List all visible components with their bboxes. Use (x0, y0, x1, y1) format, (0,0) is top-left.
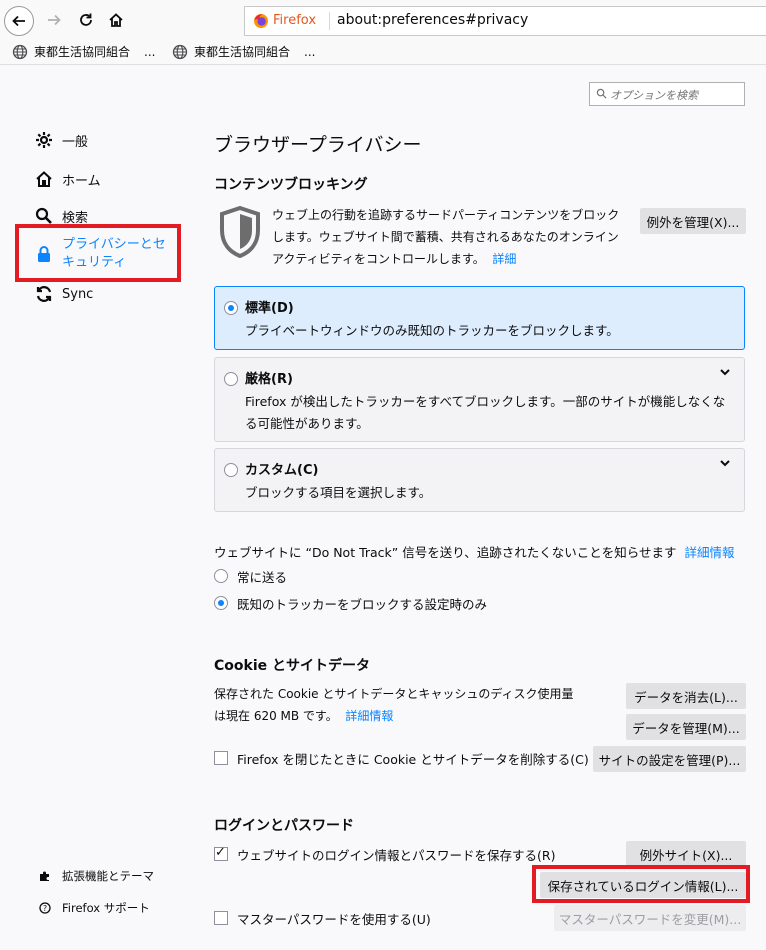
forward-arrow-icon (48, 14, 61, 26)
strict-radio[interactable] (224, 372, 238, 386)
shield-icon (220, 206, 260, 258)
chevron-down-icon[interactable] (720, 368, 730, 379)
bookmark-more: ... (144, 44, 156, 59)
sidebar-support[interactable]: ? Firefox サポート (38, 900, 150, 916)
globe-icon (12, 44, 28, 59)
strict-desc-line1: Firefox が検出したトラッカーをすべてブロックします。一部のサイトが機能し… (245, 394, 726, 409)
cookies-heading: Cookie とサイトデータ (214, 658, 370, 674)
manage-exceptions-button[interactable]: 例外を管理(X)... (640, 208, 746, 234)
sidebar-item-label: ホーム (62, 173, 101, 189)
url-text[interactable]: about:preferences#privacy (337, 12, 528, 28)
content-blocking-desc-line3: アクティビティをコントロールします。 (272, 252, 485, 266)
reload-button[interactable] (72, 6, 100, 34)
content-blocking-heading: コンテンツブロッキング (214, 177, 368, 193)
sidebar-item-label: Sync (62, 286, 94, 302)
dnt-always-radio[interactable] (214, 569, 228, 583)
custom-title: カスタム(C) (245, 463, 319, 478)
home-icon (109, 13, 123, 27)
master-password-label[interactable]: マスターパスワードを使用する(U) (237, 909, 431, 928)
gear-icon (34, 130, 54, 150)
sidebar-item-label: 検索 (62, 210, 89, 226)
strict-desc: Firefox が検出したトラッカーをすべてブロックします。一部のサイトが機能し… (245, 391, 725, 435)
content-blocking-desc-line2: します。ウェブサイト間で蓄積、共有されるあなたのオンライン (272, 230, 619, 244)
dnt-tracking-label[interactable]: 既知のトラッカーをブロックする設定時のみ (237, 594, 487, 613)
highlight-box (532, 865, 750, 903)
bookmark-more: ... (304, 44, 316, 59)
blocking-option-standard[interactable]: 標準(D) プライベートウィンドウのみ既知のトラッカーをブロックします。 (214, 286, 745, 350)
bookmark-label: 東都生活協同組合 (194, 45, 291, 59)
strict-desc-line2: る可能性があります。 (245, 416, 369, 431)
standard-desc: プライベートウィンドウのみ既知のトラッカーをブロックします。 (245, 323, 619, 338)
manage-site-settings-button[interactable]: サイトの設定を管理(P)... (593, 746, 746, 772)
content-blocking-learn-more-link[interactable]: 詳細 (492, 252, 516, 266)
help-icon: ? (38, 902, 52, 914)
navigation-toolbar: Firefox about:preferences#privacy (0, 0, 766, 40)
dnt-learn-more-link[interactable]: 詳細情報 (684, 545, 734, 560)
cookies-desc-line1: 保存された Cookie とサイトデータとキャッシュのディスク使用量 (214, 687, 574, 701)
sidebar-support-label: Firefox サポート (62, 901, 150, 915)
url-separator (329, 12, 330, 30)
search-icon (596, 88, 607, 99)
page-title: ブラウザープライバシー (214, 134, 422, 156)
sidebar-extensions[interactable]: 拡張機能とテーマ (38, 868, 154, 884)
logins-heading: ログインとパスワード (214, 818, 354, 834)
globe-icon (172, 44, 188, 59)
sidebar-extensions-label: 拡張機能とテーマ (62, 869, 154, 883)
bookmark-label: 東都生活協同組合 (34, 45, 131, 59)
sidebar-item-general[interactable]: 一般 (34, 130, 88, 150)
home-icon (34, 169, 54, 189)
content-blocking-desc-line1: ウェブ上の行動を追跡するサードパーティコンテンツをブロック (272, 208, 620, 222)
svg-text:?: ? (43, 904, 47, 913)
bookmark-item[interactable]: 東都生活協同組合 ... (172, 43, 315, 60)
change-master-password-button[interactable]: マスターパスワードを変更(M)... (554, 905, 746, 931)
search-options-input[interactable]: オプションを検索 (589, 82, 745, 106)
home-button[interactable] (102, 6, 130, 34)
firefox-logo-icon (254, 14, 268, 28)
forward-button[interactable] (40, 6, 68, 34)
dnt-always-label[interactable]: 常に送る (237, 567, 287, 586)
bookmarks-toolbar: 東都生活協同組合 ... 東都生活協同組合 ... (0, 40, 766, 65)
content-blocking-description: ウェブ上の行動を追跡するサードパーティコンテンツをブロック します。ウェブサイト… (272, 204, 632, 270)
cookies-description: 保存された Cookie とサイトデータとキャッシュのディスク使用量 は現在 6… (214, 683, 614, 727)
sync-icon (34, 284, 54, 304)
standard-title: 標準(D) (245, 301, 294, 316)
manage-data-button[interactable]: データを管理(M)... (626, 714, 746, 740)
search-icon (34, 206, 54, 226)
bookmark-item[interactable]: 東都生活協同組合 ... (12, 43, 155, 60)
highlight-box (15, 224, 181, 282)
sidebar-item-sync[interactable]: Sync (34, 284, 93, 304)
sidebar-item-search[interactable]: 検索 (34, 206, 88, 226)
master-password-checkbox[interactable] (214, 911, 228, 925)
dnt-tracking-radio[interactable] (214, 596, 228, 610)
chevron-down-icon[interactable] (720, 459, 730, 470)
dnt-description: ウェブサイトに “Do Not Track” 信号を送り、追跡されたくないことを… (214, 542, 734, 561)
sidebar-item-label: 一般 (62, 134, 89, 150)
save-logins-label[interactable]: ウェブサイトのログイン情報とパスワードを保存する(R) (237, 845, 555, 864)
identity-label: Firefox (273, 13, 317, 28)
clear-data-button[interactable]: データを消去(L)... (626, 683, 746, 709)
cookies-learn-more-link[interactable]: 詳細情報 (345, 709, 393, 723)
search-placeholder: オプションを検索 (610, 89, 698, 102)
cookies-desc-line2: は現在 620 MB です。 (214, 709, 338, 723)
blocking-option-strict[interactable]: 厳格(R) Firefox が検出したトラッカーをすべてブロックします。一部のサ… (214, 357, 745, 442)
custom-radio[interactable] (224, 463, 238, 477)
save-logins-checkbox[interactable] (214, 845, 228, 861)
blocking-option-custom[interactable]: カスタム(C) ブロックする項目を選択します。 (214, 448, 745, 512)
back-arrow-icon (12, 15, 25, 27)
strict-title: 厳格(R) (245, 372, 293, 387)
sidebar-item-home[interactable]: ホーム (34, 169, 101, 189)
back-button[interactable] (4, 6, 34, 36)
dnt-text: ウェブサイトに “Do Not Track” 信号を送り、追跡されたくないことを… (214, 545, 677, 560)
custom-desc: ブロックする項目を選択します。 (245, 485, 432, 500)
standard-radio[interactable] (224, 301, 238, 315)
delete-on-close-checkbox[interactable] (214, 751, 228, 765)
login-exceptions-button[interactable]: 例外サイト(X)... (626, 841, 746, 867)
puzzle-icon (38, 870, 52, 882)
url-bar[interactable]: Firefox about:preferences#privacy (244, 6, 766, 36)
delete-on-close-label[interactable]: Firefox を閉じたときに Cookie とサイトデータを削除する(C) (237, 749, 589, 768)
reload-icon (80, 13, 92, 26)
